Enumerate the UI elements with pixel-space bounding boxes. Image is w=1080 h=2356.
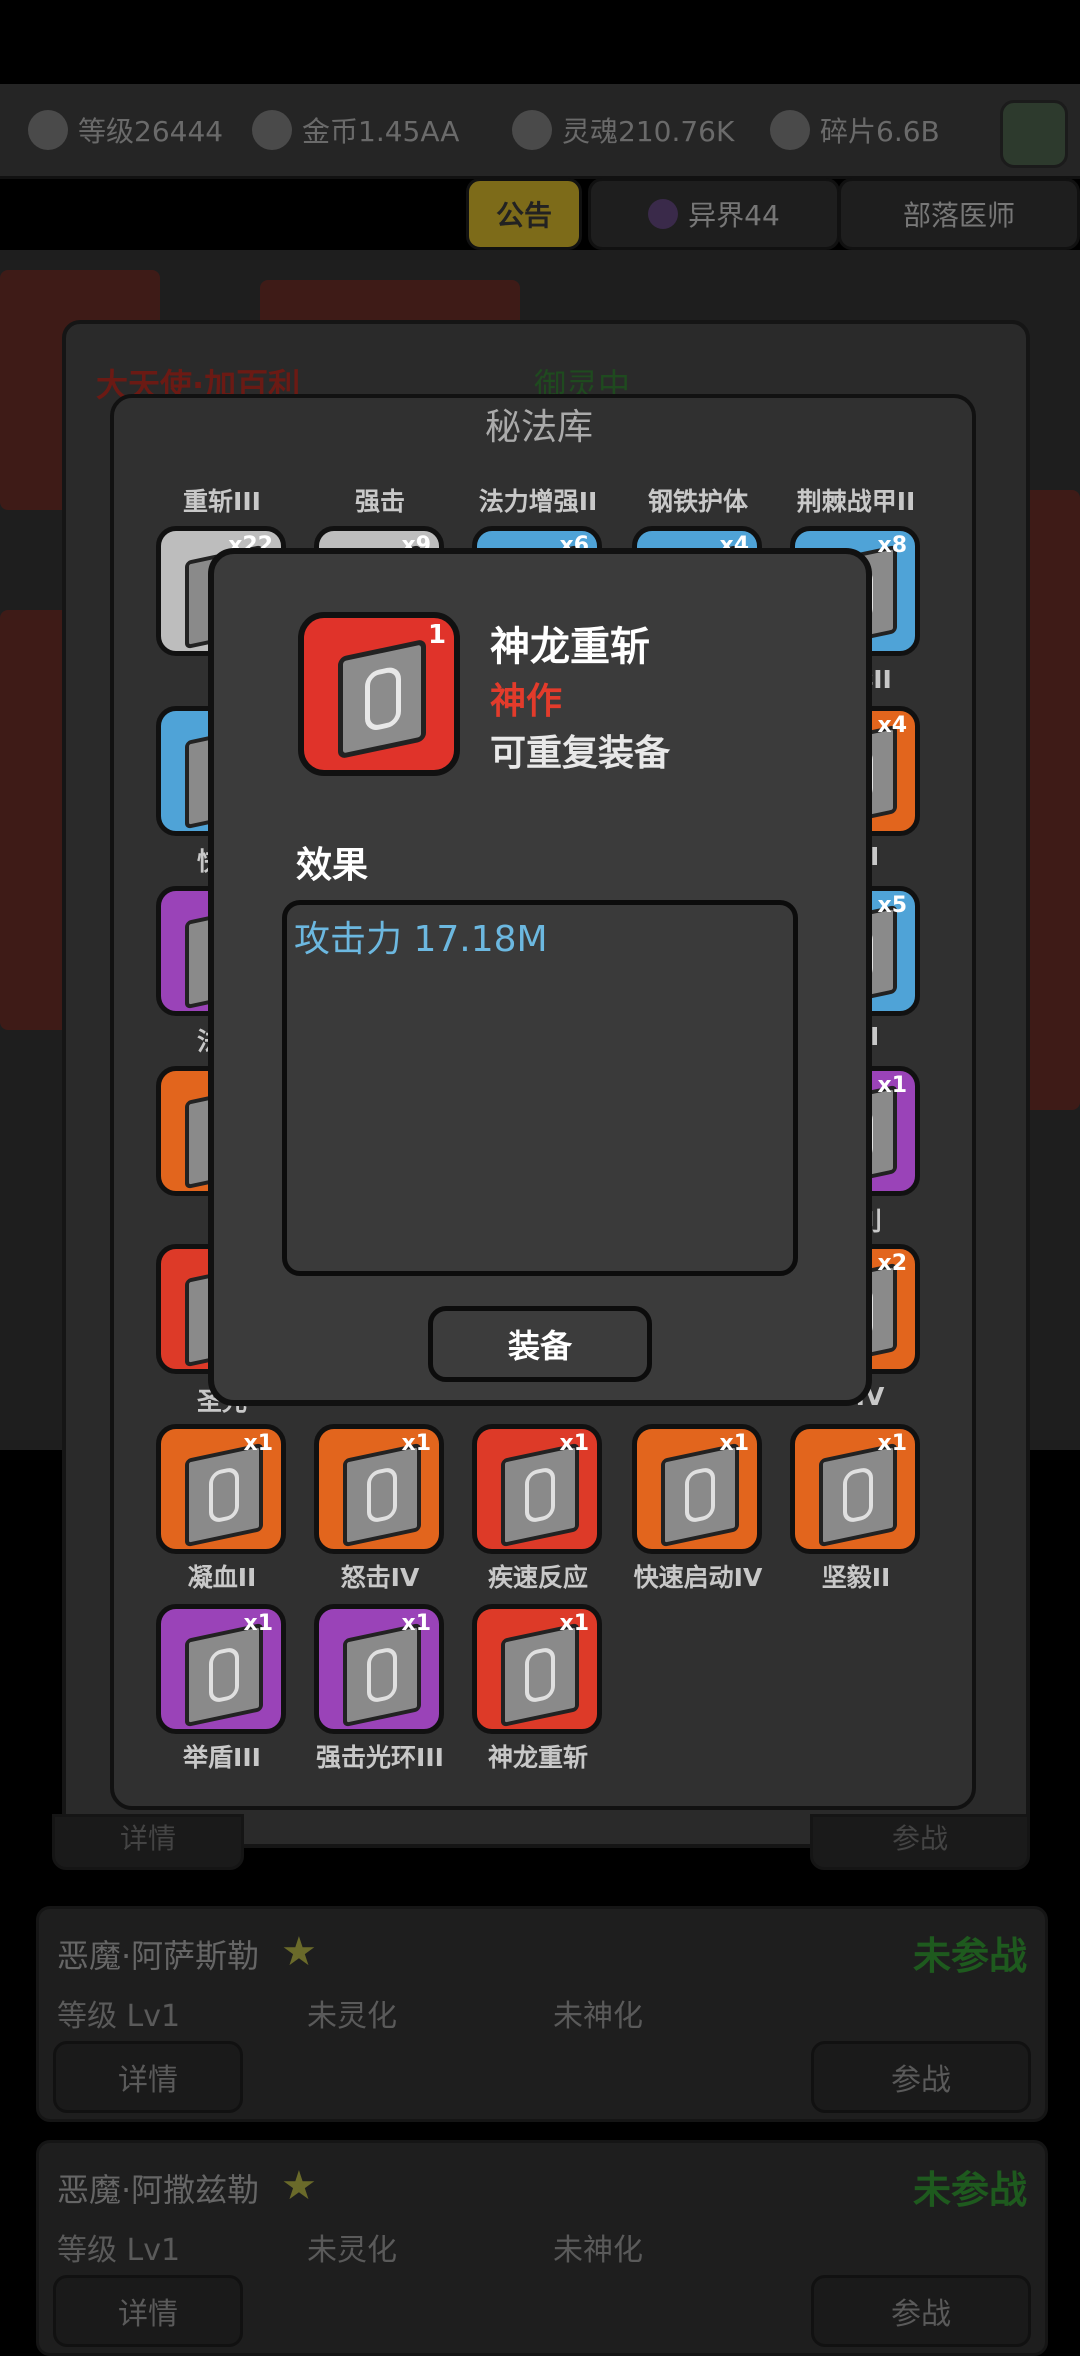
skill-label: 快速启动IV bbox=[633, 1563, 763, 1592]
tile-count: x2 bbox=[877, 1251, 908, 1276]
skill-tile[interactable]: x1 bbox=[314, 1424, 444, 1554]
effect-text: 攻击力 17.18M bbox=[294, 919, 548, 960]
effect-heading: 效果 bbox=[296, 845, 369, 886]
tile-count: x5 bbox=[877, 893, 908, 918]
tome-icon bbox=[185, 1442, 263, 1548]
shard-stat: 碎片6.6B bbox=[770, 106, 940, 154]
crown-icon bbox=[28, 110, 68, 150]
leaf-icon[interactable] bbox=[1000, 100, 1068, 168]
hero-card-spirit: 未灵化 bbox=[307, 1999, 397, 2034]
skill-label: 重斩III bbox=[183, 487, 261, 516]
star-icon: ★ bbox=[281, 1929, 317, 1975]
shard-value: 碎片6.6B bbox=[820, 115, 940, 148]
skill-tile[interactable]: x1 bbox=[156, 1424, 286, 1554]
skill-tile[interactable]: x1 bbox=[632, 1424, 762, 1554]
hero-card-divine: 未神化 bbox=[553, 2233, 643, 2268]
item-name: 神龙重斩 bbox=[490, 624, 650, 670]
hero-card-state: 未参战 bbox=[912, 1934, 1027, 1978]
tile-count: x1 bbox=[243, 1431, 274, 1456]
hero-card-spirit: 未灵化 bbox=[307, 2233, 397, 2268]
skill-tile[interactable]: x1 bbox=[472, 1604, 602, 1734]
soul-value: 灵魂210.76K bbox=[562, 115, 735, 148]
soul-icon bbox=[512, 110, 552, 150]
tile-count: x1 bbox=[719, 1431, 750, 1456]
tome-icon bbox=[338, 638, 426, 760]
tile-count: x1 bbox=[877, 1073, 908, 1098]
hero-card-name: 恶魔·阿撒兹勒 bbox=[57, 2171, 260, 2209]
join-battle-button[interactable]: 参战 bbox=[810, 1814, 1030, 1870]
portal-icon bbox=[648, 199, 679, 229]
detail-button[interactable]: 详情 bbox=[53, 2275, 243, 2347]
equip-button[interactable]: 装备 bbox=[428, 1306, 652, 1382]
skill-label: 钢铁护体 bbox=[647, 487, 748, 516]
gold-stat: 金币1.45AA bbox=[252, 106, 459, 154]
resource-bar: 等级26444 金币1.45AA 灵魂210.76K 碎片6.6B bbox=[0, 84, 1080, 179]
skill-tile[interactable]: x1 bbox=[472, 1424, 602, 1554]
skill-label: 疾速反应 bbox=[487, 1563, 588, 1592]
tile-count: x1 bbox=[559, 1431, 590, 1456]
status-bar bbox=[0, 0, 1080, 80]
hero-card-level: 等级 Lv1 bbox=[57, 2233, 181, 2268]
hero-card-name: 恶魔·阿萨斯勒 bbox=[57, 1937, 260, 1975]
soul-stat: 灵魂210.76K bbox=[512, 106, 734, 154]
shard-icon bbox=[770, 110, 810, 150]
tome-icon bbox=[501, 1622, 579, 1728]
skill-label: 神龙重斩 bbox=[487, 1743, 588, 1772]
detail-button[interactable]: 详情 bbox=[52, 1814, 244, 1870]
tile-count: x8 bbox=[877, 533, 908, 558]
join-battle-button[interactable]: 参战 bbox=[811, 2275, 1031, 2347]
skill-label: 举盾III bbox=[183, 1743, 261, 1772]
tile-count: x1 bbox=[877, 1431, 908, 1456]
skill-label: 怒击IV bbox=[340, 1563, 420, 1592]
tome-icon bbox=[343, 1622, 421, 1728]
skill-label: 荆棘战甲II bbox=[796, 487, 916, 516]
item-count: 1 bbox=[428, 620, 447, 650]
tile-count: x4 bbox=[877, 713, 908, 738]
hero-card: 恶魔·阿萨斯勒 ★ 未参战 等级 Lv1 未灵化 未神化 详情 参战 bbox=[36, 1906, 1048, 2122]
tome-icon bbox=[501, 1442, 579, 1548]
tome-icon bbox=[819, 1442, 897, 1548]
tome-icon bbox=[343, 1442, 421, 1548]
tab-otherworld[interactable]: 异界44 bbox=[588, 178, 840, 250]
tile-count: x1 bbox=[401, 1431, 432, 1456]
skill-tile[interactable]: x1 bbox=[156, 1604, 286, 1734]
tome-icon bbox=[185, 1622, 263, 1728]
hero-card-divine: 未神化 bbox=[553, 1999, 643, 2034]
skill-label: 凝血II bbox=[187, 1563, 257, 1592]
gold-value: 金币1.45AA bbox=[302, 115, 460, 148]
skill-tile[interactable]: x1 bbox=[790, 1424, 920, 1554]
skill-label: 强击 bbox=[354, 487, 405, 516]
hero-card-state: 未参战 bbox=[912, 2168, 1027, 2212]
tab-otherworld-label: 异界44 bbox=[688, 199, 780, 232]
coin-icon bbox=[252, 110, 292, 150]
tile-count: x1 bbox=[559, 1611, 590, 1636]
hero-card-level: 等级 Lv1 bbox=[57, 1999, 181, 2034]
level-value: 等级26444 bbox=[78, 115, 224, 148]
tile-count: x1 bbox=[243, 1611, 274, 1636]
skill-label: 强击光环III bbox=[316, 1743, 444, 1772]
skill-label: 法力增强II bbox=[478, 487, 598, 516]
level-stat: 等级26444 bbox=[28, 106, 223, 154]
join-battle-button[interactable]: 参战 bbox=[811, 2041, 1031, 2113]
tab-doctor[interactable]: 部落医师 bbox=[838, 178, 1080, 250]
tab-notice[interactable]: 公告 bbox=[466, 178, 582, 250]
vault-title: 秘法库 bbox=[484, 407, 593, 448]
hero-card: 恶魔·阿撒兹勒 ★ 未参战 等级 Lv1 未灵化 未神化 详情 参战 bbox=[36, 2140, 1048, 2356]
tile-count: x1 bbox=[401, 1611, 432, 1636]
item-rarity: 神作 bbox=[490, 681, 563, 722]
tome-icon bbox=[661, 1442, 739, 1548]
item-repeatable: 可重复装备 bbox=[490, 733, 671, 774]
skill-label: 坚毅II bbox=[821, 1563, 891, 1592]
star-icon: ★ bbox=[281, 2163, 317, 2209]
detail-button[interactable]: 详情 bbox=[53, 2041, 243, 2113]
skill-tile[interactable]: x1 bbox=[314, 1604, 444, 1734]
